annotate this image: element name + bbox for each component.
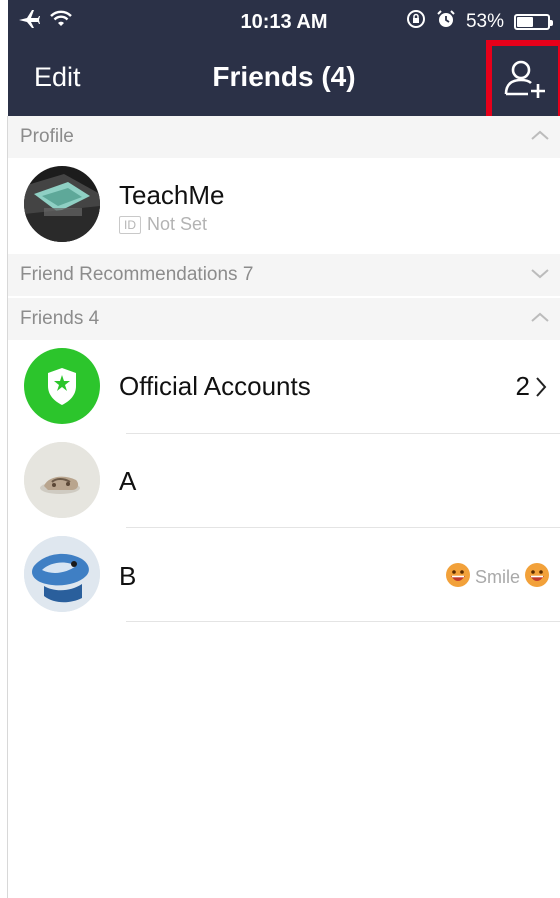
section-title-recommendations: Friend Recommendations 7 — [20, 264, 254, 285]
friend-b-name: B — [119, 561, 137, 591]
status-bar: 10:13 AM 53% — [8, 0, 560, 44]
alarm-icon — [436, 9, 456, 35]
friend-row-a[interactable]: A — [8, 434, 560, 528]
profile-row[interactable]: TeachMe ID Not Set — [8, 158, 560, 252]
section-header-recommendations[interactable]: Friend Recommendations 7 — [8, 254, 560, 296]
rotation-lock-icon — [406, 9, 426, 35]
section-header-profile[interactable]: Profile — [8, 116, 560, 158]
grin-emoji-icon — [524, 562, 550, 593]
friend-b-status-message: Smile — [445, 562, 550, 593]
add-friend-button[interactable] — [486, 40, 560, 122]
battery-fill — [517, 17, 533, 27]
edit-button[interactable]: Edit — [34, 62, 81, 93]
wifi-icon — [50, 10, 72, 34]
profile-name: TeachMe — [119, 180, 225, 210]
friend-row-b[interactable]: B Smile — [8, 528, 560, 622]
navigation-bar: Edit Friends (4) — [8, 40, 560, 122]
section-title-friends: Friends 4 — [20, 308, 100, 329]
friend-b-status-text: Smile — [474, 567, 520, 587]
chevron-up-icon[interactable] — [530, 126, 550, 148]
friend-b-avatar[interactable] — [24, 536, 100, 612]
official-accounts-avatar — [24, 348, 100, 424]
status-left-icons — [18, 9, 72, 35]
profile-avatar[interactable] — [24, 166, 100, 242]
profile-id-line: ID Not Set — [119, 214, 207, 235]
friend-a-name: A — [119, 466, 137, 496]
chevron-right-icon — [534, 376, 548, 403]
battery-icon — [514, 14, 553, 30]
grin-emoji-icon — [445, 562, 471, 593]
status-right-icons: 53% — [406, 9, 553, 35]
official-accounts-label: Official Accounts — [119, 371, 311, 401]
battery-percent: 53% — [465, 11, 504, 32]
chevron-down-icon[interactable] — [530, 264, 550, 286]
id-badge: ID — [119, 216, 141, 235]
page-title: Friends (4) — [212, 61, 356, 92]
chevron-up-icon[interactable] — [530, 308, 550, 330]
profile-id-status: Not Set — [147, 214, 208, 234]
section-header-friends[interactable]: Friends 4 — [8, 298, 560, 340]
add-friend-icon — [502, 56, 548, 107]
airplane-icon — [18, 9, 40, 35]
official-accounts-count: 2 — [515, 371, 530, 401]
friend-a-avatar[interactable] — [24, 442, 100, 518]
official-accounts-row[interactable]: Official Accounts 2 — [8, 340, 560, 434]
row-divider — [126, 621, 560, 622]
section-title-profile: Profile — [20, 126, 74, 147]
